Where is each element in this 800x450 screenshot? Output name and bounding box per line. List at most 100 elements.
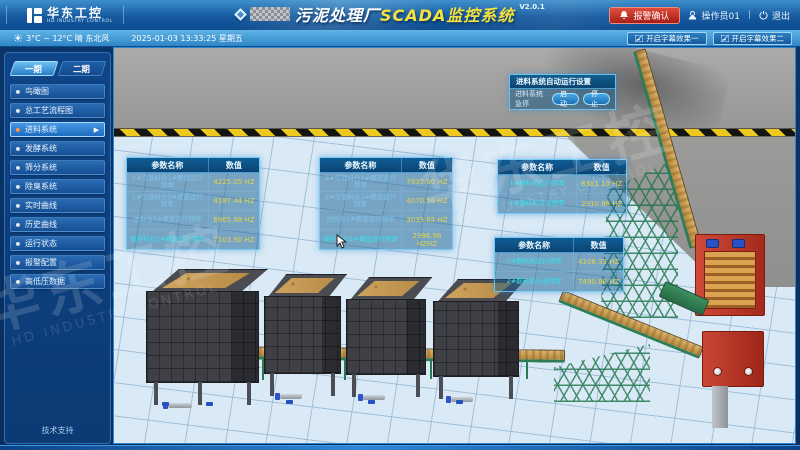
table-row: 1#翻料机运行频率8381.10 HZ bbox=[498, 175, 626, 194]
support-pillar bbox=[712, 386, 728, 428]
mixing-bin-3 bbox=[346, 277, 426, 397]
turner-screws bbox=[704, 251, 756, 309]
title-system: SCADA监控系统 bbox=[380, 6, 514, 25]
sidebar-item-hv-lv-data[interactable]: 高低压数据 bbox=[10, 274, 105, 289]
subtitle-effect-2-label: 开启字幕效果二 bbox=[732, 33, 785, 44]
page-title: 污泥处理厂SCADA监控系统 V2.0.1 bbox=[236, 2, 545, 26]
sidebar-item-screening-system[interactable]: 筛分系统 bbox=[10, 160, 105, 175]
marquee-icon bbox=[635, 35, 643, 42]
weather-text: 3°C ~ 12°C 晴 东北风 bbox=[26, 33, 109, 44]
tech-support-link[interactable]: 技术支持 bbox=[5, 425, 110, 436]
table-row: 1#翻料机行走频率2910.86 HZ bbox=[498, 194, 626, 213]
version-label: V2.0.1 bbox=[519, 3, 544, 11]
sidebar-item-realtime-curves[interactable]: 实时曲线 bbox=[10, 198, 105, 213]
logo-icon bbox=[27, 8, 42, 23]
subtitle-effect-2-button[interactable]: 开启字幕效果二 bbox=[713, 32, 793, 45]
params-table-turner-1: 参数名称数值 1#翻料机运行频率8381.10 HZ 1#翻料机行走频率2910… bbox=[497, 159, 627, 214]
panel-title: 进料系统自动运行设置 bbox=[510, 75, 615, 89]
sidebar-item-fermentation-system[interactable]: 发酵系统 bbox=[10, 141, 105, 156]
gauge bbox=[713, 367, 722, 376]
divider: | bbox=[748, 10, 751, 20]
mixing-bin-2 bbox=[264, 274, 341, 396]
start-button[interactable]: 启动 bbox=[552, 93, 579, 105]
divider bbox=[6, 6, 7, 24]
bullet-icon bbox=[16, 185, 20, 189]
sidebar-nav: 一期 二期 鸟瞰图 总工艺流程图 进料系统▶ 发酵系统 筛分系统 除臭系统 实时… bbox=[4, 52, 111, 444]
power-icon bbox=[759, 11, 768, 20]
censored-plant-name bbox=[250, 7, 290, 21]
footer-strip bbox=[0, 445, 800, 450]
user-icon bbox=[688, 11, 697, 20]
valve bbox=[206, 402, 213, 406]
motor bbox=[732, 239, 745, 248]
sidebar-item-deodorization-system[interactable]: 除臭系统 bbox=[10, 179, 105, 194]
bullet-icon bbox=[16, 166, 20, 170]
hazard-stripe bbox=[114, 128, 796, 137]
subtitle-effect-1-label: 开启字幕效果一 bbox=[646, 33, 699, 44]
operator-label: 操作员01 bbox=[701, 9, 739, 22]
logout-label: 退出 bbox=[772, 9, 790, 22]
alarm-confirm-button[interactable]: 报警确认 bbox=[609, 7, 680, 24]
tab-phase-2[interactable]: 二期 bbox=[58, 61, 107, 76]
params-table-silo-1: 参数名称数值 1#匀混料仓1#螺旋运行频率4225.05 HZ 1#匀混料仓2#… bbox=[126, 157, 260, 250]
divider bbox=[123, 6, 124, 24]
datetime-text: 2025-01-03 13:33:25 星期五 bbox=[131, 33, 243, 44]
valve bbox=[456, 400, 463, 404]
table-row: 2#翻料机行走频率7490.88 HZ bbox=[495, 272, 623, 291]
diamond-icon bbox=[234, 8, 247, 21]
table-row: 1#匀混料仓1#螺旋运行频率4225.05 HZ bbox=[127, 173, 259, 192]
sidebar-item-process-flow[interactable]: 总工艺流程图 bbox=[10, 103, 105, 118]
bullet-icon bbox=[16, 242, 20, 246]
tab-phase-1[interactable]: 一期 bbox=[10, 61, 59, 76]
operator-button[interactable]: 操作员01 bbox=[688, 9, 739, 22]
title-plant: 污泥处理厂 bbox=[295, 6, 380, 25]
table-row: 2#翻料机运行频率4106.33 HZ bbox=[495, 253, 623, 272]
bullet-icon bbox=[16, 128, 20, 132]
gauge bbox=[744, 367, 753, 376]
mixing-bin-1 bbox=[146, 269, 259, 405]
table-row: 进料仓2#螺旋运行频率3035.85 HZ bbox=[320, 211, 452, 230]
screw-conveyor bbox=[280, 394, 302, 399]
bullet-icon bbox=[16, 204, 20, 208]
estop-label: 进料系统急停 bbox=[515, 89, 548, 109]
screw-conveyor bbox=[168, 403, 192, 408]
bullet-icon bbox=[16, 147, 20, 151]
table-row: 缓存料仓1#螺旋运行频率7103.90 HZ bbox=[127, 230, 259, 249]
sidebar-item-run-status[interactable]: 运行状态 bbox=[10, 236, 105, 251]
bullet-icon bbox=[16, 90, 20, 94]
subtitle-effect-1-button[interactable]: 开启字幕效果一 bbox=[627, 32, 707, 45]
bullet-icon bbox=[16, 280, 20, 284]
header-bar: 华东工控 HD INDUSTRY CONTROL 污泥处理厂SCADA监控系统 … bbox=[0, 0, 800, 30]
scene-viewport: 进料系统自动运行设置 进料系统急停 启动 停止 参数名称数值 1#匀混料仓1#螺… bbox=[113, 47, 796, 444]
mouse-cursor bbox=[336, 234, 347, 249]
stop-button[interactable]: 停止 bbox=[583, 93, 610, 105]
table-row: 进料仓1#螺旋运行频率6965.98 HZ bbox=[127, 211, 259, 230]
sidebar-item-alarm-config[interactable]: 报警配置 bbox=[10, 255, 105, 270]
chevron-right-icon: ▶ bbox=[94, 126, 99, 134]
marquee-icon bbox=[721, 35, 729, 42]
discharge-hopper bbox=[702, 331, 764, 387]
auto-run-settings-panel: 进料系统自动运行设置 进料系统急停 启动 停止 bbox=[509, 74, 616, 110]
logo-subtitle: HD INDUSTRY CONTROL bbox=[47, 19, 113, 24]
sidebar-item-feeding-system[interactable]: 进料系统▶ bbox=[10, 122, 105, 137]
weather-info: 3°C ~ 12°C 晴 东北风 bbox=[14, 33, 109, 44]
scada-app: 华东工控 HD INDUSTRY CONTROL 污泥处理厂SCADA监控系统 … bbox=[0, 0, 800, 450]
table-row: 2#匀混料仓1#螺旋运行频率7935.90 HZ bbox=[320, 173, 452, 192]
logo-title: 华东工控 bbox=[47, 7, 113, 19]
sidebar-item-aerial-view[interactable]: 鸟瞰图 bbox=[10, 84, 105, 99]
sidebar-item-history-curves[interactable]: 历史曲线 bbox=[10, 217, 105, 232]
valve bbox=[368, 400, 375, 404]
table-row: 2#匀混料仓2#螺旋运行频率4070.56 HZ bbox=[320, 192, 452, 211]
company-logo: 华东工控 HD INDUSTRY CONTROL bbox=[27, 7, 113, 24]
bullet-icon bbox=[16, 261, 20, 265]
motor bbox=[706, 239, 719, 248]
valve bbox=[286, 400, 293, 404]
bell-icon bbox=[620, 11, 628, 20]
params-table-turner-2: 参数名称数值 2#翻料机运行频率4106.33 HZ 2#翻料机行走频率7490… bbox=[494, 237, 624, 292]
sun-icon bbox=[14, 34, 22, 42]
table-row: 1#匀混料仓2#螺旋运行频率4187.44 HZ bbox=[127, 192, 259, 211]
bullet-icon bbox=[16, 109, 20, 113]
status-bar: 3°C ~ 12°C 晴 东北风 2025-01-03 13:33:25 星期五… bbox=[0, 30, 800, 47]
mixing-bin-4 bbox=[433, 279, 519, 399]
logout-button[interactable]: 退出 bbox=[759, 9, 790, 22]
